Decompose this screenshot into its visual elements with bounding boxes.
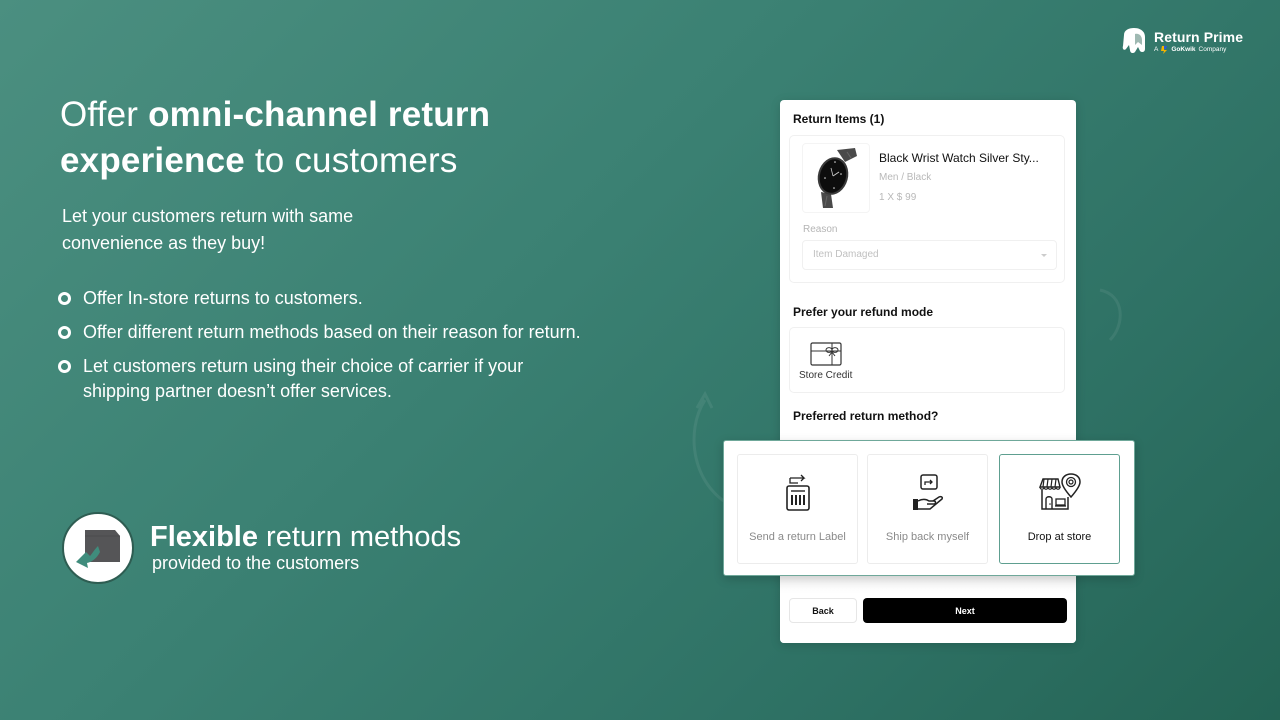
next-button[interactable]: Next [863, 598, 1067, 623]
feature-bullet-list: Offer In-store returns to customers. Off… [58, 286, 623, 413]
product-image [802, 143, 870, 213]
gokwik-logo-icon [1161, 45, 1168, 54]
product-variant: Men / Black [879, 172, 932, 183]
bullet-item: Offer different return methods based on … [58, 320, 623, 345]
return-items-title: Return Items (1) [793, 112, 885, 126]
brand-name: Return Prime [1154, 28, 1244, 45]
feature-title: Flexible return methods [150, 522, 461, 552]
product-name: Black Wrist Watch Silver Sty... [879, 151, 1039, 165]
page-headline: Offer omni-channel return experience to … [60, 92, 490, 184]
page-subheading: Let your customers return with same conv… [62, 206, 354, 253]
feature-subtitle: provided to the customers [152, 553, 360, 573]
bullet-text: Let customers return using their choice … [83, 356, 524, 401]
bullet-item: Let customers return using their choice … [58, 354, 623, 404]
bullet-text: Offer different return methods based on … [83, 322, 581, 342]
reason-dropdown[interactable]: Item Damaged [802, 240, 1057, 270]
return-method-drop-at-store[interactable]: Drop at store [999, 454, 1120, 564]
return-method-label: Ship back myself [885, 531, 970, 543]
back-button[interactable]: Back [789, 598, 857, 623]
headline-bold-2: experience [60, 141, 245, 180]
bullet-item: Offer In-store returns to customers. [58, 286, 623, 311]
refund-mode-title: Prefer your refund mode [793, 305, 934, 319]
wrist-watch-icon [817, 148, 857, 208]
brand-tagline-suffix: Company [1198, 46, 1227, 53]
brand-tagline-prefix: A [1154, 46, 1159, 53]
bullet-ring-icon [58, 292, 71, 305]
decorative-arrow-right [1099, 288, 1122, 342]
return-method-label: Drop at store [1027, 531, 1092, 543]
ship-back-hand-icon [912, 474, 943, 510]
return-method-ship-back[interactable]: Ship back myself [867, 454, 988, 564]
box-return-icon [76, 530, 120, 568]
headline-text-1: Offer [60, 95, 149, 134]
return-method-label: Send a return Label [749, 531, 846, 543]
headline-bold-1: omni-channel return [148, 95, 491, 134]
feature-highlight: Flexible return methods provided to the … [62, 512, 461, 584]
return-label-icon [785, 474, 810, 511]
reason-label: Reason [803, 224, 838, 235]
return-method-options: Send a return Label Ship back myself Dro… [723, 440, 1135, 576]
chevron-down-icon [1041, 254, 1047, 257]
return-prime-logo-icon [1122, 28, 1145, 54]
bullet-text: Offer In-store returns to customers. [83, 288, 363, 308]
bullet-ring-icon [58, 326, 71, 339]
store-location-icon [1038, 473, 1081, 510]
brand-logo-lockup: Return Prime A GoKwik Company [1120, 27, 1243, 55]
reason-selected-value: Item Damaged [813, 249, 879, 260]
return-method-send-label[interactable]: Send a return Label [737, 454, 858, 564]
refund-option-label: Store Credit [799, 370, 853, 381]
gift-card-icon [810, 342, 842, 366]
return-method-title: Preferred return method? [793, 409, 939, 423]
brand-tagline-company: GoKwik [1171, 46, 1196, 53]
product-quantity-price: 1 X $ 99 [879, 192, 917, 203]
headline-text-2: to customers [244, 141, 458, 180]
bullet-ring-icon [58, 360, 71, 373]
feature-title-rest: return methods [258, 521, 462, 553]
refund-option-store-credit[interactable]: Store Credit [799, 342, 852, 381]
refund-mode-options: Store Credit [789, 327, 1065, 393]
feature-title-bold: Flexible [150, 521, 258, 553]
return-item: Black Wrist Watch Silver Sty... Men / Bl… [789, 135, 1065, 283]
feature-icon-circle [62, 512, 134, 584]
brand-tagline: A GoKwik Company [1154, 45, 1243, 54]
